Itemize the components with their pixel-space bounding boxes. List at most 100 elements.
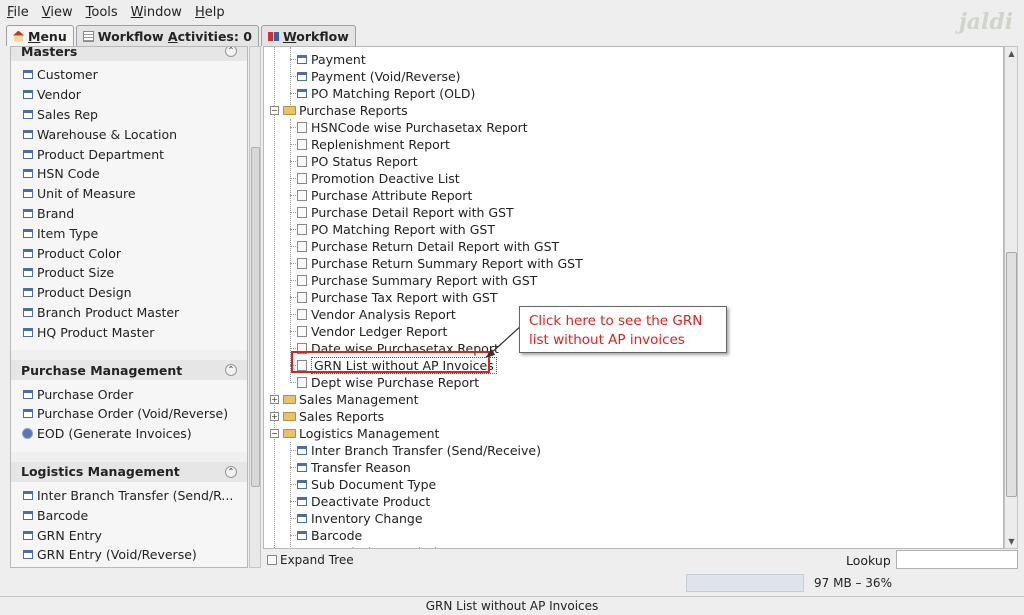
tree-folder-sales-management[interactable]: + Sales Management [270,391,419,408]
menu-item[interactable]: Product Size [23,263,247,283]
menu-item[interactable]: Product Design [23,283,247,303]
tree-folder-purchase-reports[interactable]: − Purchase Reports [270,102,408,119]
collapse-icon[interactable]: ⌃ [225,465,237,478]
collapse-icon[interactable]: ⌃ [225,47,237,57]
memory-bar[interactable] [686,574,804,592]
menu-item[interactable]: Inter Branch Transfer (Send/R... [23,486,247,506]
tree-item-label: Sales Management [299,392,419,407]
menu-item[interactable]: Brand [23,204,247,224]
tree-item[interactable]: Purchase Detail Report with GST [297,204,514,221]
menu-item[interactable]: Purchase Order [23,384,247,404]
tree-item[interactable]: Promotion Deactive List [297,170,460,187]
scroll-up-icon[interactable]: ▲ [1007,49,1016,58]
menu-item[interactable]: Vendor [23,85,247,105]
tree-item[interactable]: Payment [297,51,366,68]
left-scrollbar-thumb[interactable] [251,147,260,487]
menu-tools[interactable]: Tools [79,5,124,20]
tree-item[interactable]: Deactivate Product [297,493,430,510]
menu-item[interactable]: Barcode [23,505,247,525]
tab-menu[interactable]: Menu [6,25,74,46]
tree-scrollbar[interactable]: ▲ ▼ [1004,46,1018,549]
menu-item[interactable]: Sales Rep [23,105,247,125]
menu-item[interactable]: Unit of Measure [23,184,247,204]
tree-item[interactable]: Transfer Reason [297,459,411,476]
tree-item[interactable]: Vendor Analysis Report [297,306,456,323]
collapse-icon[interactable]: − [270,106,279,115]
tree-item-label: Promotion Deactive List [311,171,460,186]
tree-item[interactable]: Vendor Ledger Report [297,323,447,340]
menu-help[interactable]: Help [188,5,231,20]
menu-item-label: Unit of Measure [37,186,136,202]
collapse-icon[interactable]: − [270,429,279,438]
list-icon [82,30,94,42]
tree-item[interactable]: Barcode [297,527,362,544]
tree-connector [290,47,291,107]
masters-header[interactable]: Masters ⌃ [11,47,247,61]
expand-icon[interactable]: + [270,412,279,421]
expand-tree-label[interactable]: Expand Tree [280,553,354,567]
window-icon [297,463,307,472]
menu-item[interactable]: HSN Code [23,164,247,184]
tab-workflow[interactable]: Workflow [260,25,356,46]
tree-item[interactable]: Purchase Summary Report with GST [297,272,537,289]
tree-item[interactable]: Purchase Tax Report with GST [297,289,498,306]
menu-item-label: Branch Product Master [37,304,180,320]
window-icon [297,89,307,98]
scroll-down-icon[interactable]: ▼ [1007,537,1016,546]
tree-item-label: Dept wise Purchase Report [311,375,480,390]
divider [11,451,247,462]
collapse-icon[interactable]: ⌃ [225,364,237,377]
menu-item-label: HQ Product Master [37,324,155,340]
tree-item[interactable]: PO Matching Report (OLD) [297,85,475,102]
tree-item[interactable]: Barcode (SET Order) [297,544,439,548]
expand-icon[interactable]: + [270,395,279,404]
tree-item[interactable]: Inventory Change [297,510,423,527]
menu-item[interactable]: EOD (Generate Invoices) [23,424,247,444]
tree-item[interactable]: Payment (Void/Reverse) [297,68,461,85]
menu-item[interactable]: Purchase Order (Void/Reverse) [23,404,247,424]
tree-folder-sales-reports[interactable]: + Sales Reports [270,408,384,425]
menu-file[interactable]: File [0,5,35,20]
window-icon [297,497,307,506]
menu-panel: Masters ⌃ Customer Vendor Sales Rep Warehou… [10,46,248,568]
window-icon [297,480,307,489]
menu-window[interactable]: Window [124,5,188,20]
tree-item[interactable]: Purchase Attribute Report [297,187,472,204]
left-scrollbar[interactable] [249,46,261,568]
lookup-input[interactable] [896,550,1018,569]
tree-item[interactable]: Dept wise Purchase Report [297,374,479,391]
memory-text: 97 MB – 36% [814,576,892,590]
tree-scrollbar-thumb[interactable] [1006,252,1017,497]
tree-folder-logistics-management[interactable]: − Logistics Management [270,425,439,442]
tree-item[interactable]: PO Matching Report with GST [297,221,495,238]
menu-item[interactable]: Product Color [23,243,247,263]
menu-item[interactable]: GRN Entry [23,525,247,545]
tree-item[interactable]: Purchase Return Detail Report with GST [297,238,559,255]
tree-item[interactable]: Inter Branch Transfer (Send/Receive) [297,442,541,459]
menu-item[interactable]: Branch Product Master [23,303,247,323]
tree-item[interactable]: HSNCode wise Purchasetax Report [297,119,528,136]
purchase-management-header[interactable]: Purchase Management ⌃ [11,360,247,381]
purchase-management-section: Purchase Management ⌃ Purchase Order Purc… [11,360,247,452]
tree-item[interactable]: PO Status Report [297,153,418,170]
tree-item[interactable]: Replenishment Report [297,136,450,153]
menu-item[interactable]: HQ Product Master [23,322,247,342]
window-icon [23,169,33,179]
tab-workflow-activities[interactable]: Workflow Activities: 0 [75,25,259,46]
tree-item-label: Barcode (SET Order) [311,545,439,548]
menu-item[interactable]: Warehouse & Location [23,124,247,144]
menu-item[interactable]: GRN Entry (Void/Reverse) [23,545,247,565]
folder-icon [283,412,296,421]
window-icon [23,510,33,520]
tree-item-label: Vendor Ledger Report [311,324,448,339]
menu-item[interactable]: Item Type [23,223,247,243]
expand-tree-checkbox[interactable] [267,555,277,565]
window-icon [23,129,33,139]
window-icon [23,288,33,298]
tree-item[interactable]: Purchase Return Summary Report with GST [297,255,583,272]
menu-item[interactable]: Product Department [23,144,247,164]
logistics-management-header[interactable]: Logistics Management ⌃ [11,461,247,482]
tree-item[interactable]: Sub Document Type [297,476,436,493]
menu-item[interactable]: Customer [23,65,247,85]
menu-view[interactable]: View [35,5,79,20]
